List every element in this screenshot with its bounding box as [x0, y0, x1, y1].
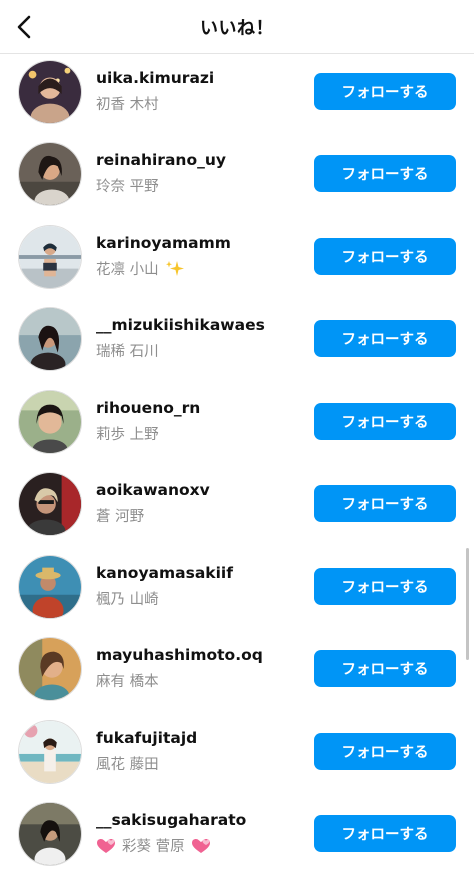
username[interactable]: reinahirano_uy [96, 151, 226, 169]
list-item: rihoueno_rn 莉歩 上野 フォローする [0, 387, 474, 469]
full-name: 初香 木村 [96, 97, 159, 113]
list-item: __sakisugaharato 彩葵 菅原 フォローする [0, 799, 474, 878]
avatar[interactable] [18, 555, 82, 619]
avatar[interactable] [18, 307, 82, 371]
sparkles-icon [165, 260, 185, 278]
full-name: 彩葵 菅原 [96, 835, 211, 856]
avatar[interactable] [18, 472, 82, 536]
chevron-left-icon [17, 15, 31, 39]
follow-button[interactable]: フォローする [314, 815, 456, 852]
avatar[interactable] [18, 60, 82, 124]
two-hearts-icon [96, 837, 116, 855]
avatar[interactable] [18, 390, 82, 454]
top-bar: いいね！ [0, 0, 474, 54]
avatar[interactable] [18, 142, 82, 206]
full-name: 風花 藤田 [96, 757, 159, 773]
full-name: 楓乃 山崎 [96, 592, 159, 608]
username[interactable]: mayuhashimoto.oq [96, 646, 263, 664]
avatar[interactable] [18, 802, 82, 866]
username[interactable]: __mizukiishikawaes [96, 316, 265, 334]
two-hearts-icon [191, 837, 211, 855]
list-item: uika.kimurazi 初香 木村 フォローする [0, 57, 474, 139]
list-item: aoikawanoxv 蒼 河野 フォローする [0, 469, 474, 551]
list-item: kanoyamasakiif 楓乃 山崎 フォローする [0, 552, 474, 634]
back-button[interactable] [10, 12, 40, 42]
full-name: 麻有 橋本 [96, 674, 159, 690]
follow-button[interactable]: フォローする [314, 568, 456, 605]
full-name: 玲奈 平野 [96, 179, 159, 195]
follow-button[interactable]: フォローする [314, 485, 456, 522]
follow-button[interactable]: フォローする [314, 155, 456, 192]
list-item: fukafujitajd 風花 藤田 フォローする [0, 717, 474, 799]
page-title: いいね！ [200, 17, 274, 39]
list-item: reinahirano_uy 玲奈 平野 フォローする [0, 139, 474, 221]
follow-button[interactable]: フォローする [314, 320, 456, 357]
list-item: mayuhashimoto.oq 麻有 橋本 フォローする [0, 634, 474, 716]
username[interactable]: fukafujitajd [96, 729, 197, 747]
follow-button[interactable]: フォローする [314, 403, 456, 440]
username[interactable]: karinoyamamm [96, 234, 231, 252]
full-name: 蒼 河野 [96, 509, 145, 525]
avatar[interactable] [18, 637, 82, 701]
follow-button[interactable]: フォローする [314, 238, 456, 275]
username[interactable]: kanoyamasakiif [96, 564, 233, 582]
scrollbar[interactable] [466, 548, 469, 660]
follow-button[interactable]: フォローする [314, 733, 456, 770]
full-name: 花凛 小山 [96, 258, 185, 279]
avatar[interactable] [18, 720, 82, 784]
follow-button[interactable]: フォローする [314, 650, 456, 687]
list-item: __mizukiishikawaes 瑞稀 石川 フォローする [0, 304, 474, 386]
username[interactable]: uika.kimurazi [96, 69, 214, 87]
full-name: 莉歩 上野 [96, 427, 159, 443]
username[interactable]: aoikawanoxv [96, 481, 210, 499]
username[interactable]: rihoueno_rn [96, 399, 200, 417]
username[interactable]: __sakisugaharato [96, 811, 246, 829]
full-name: 瑞稀 石川 [96, 344, 159, 360]
avatar[interactable] [18, 225, 82, 289]
follow-button[interactable]: フォローする [314, 73, 456, 110]
list-item: karinoyamamm 花凛 小山 フォローする [0, 222, 474, 304]
